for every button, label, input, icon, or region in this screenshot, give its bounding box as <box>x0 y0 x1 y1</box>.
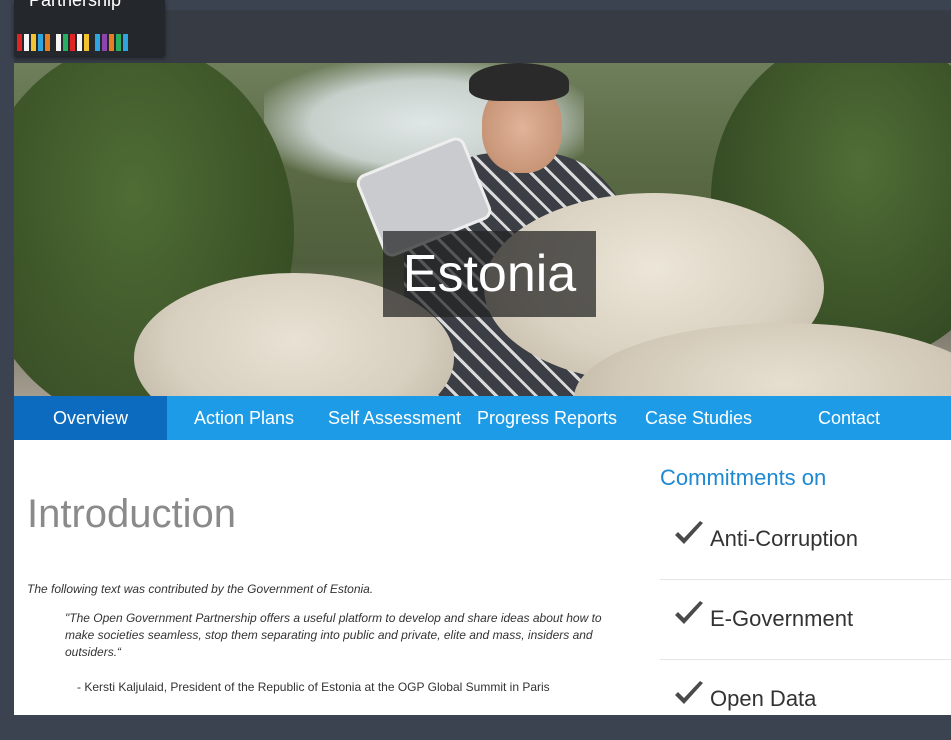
logo-stripe <box>102 34 107 51</box>
logo-stripe <box>95 34 100 51</box>
nav-tab-overview[interactable]: Overview <box>14 396 167 440</box>
logo-stripe <box>24 34 29 51</box>
logo-stripe <box>17 34 22 51</box>
quote-text: "The Open Government Partnership offers … <box>65 610 621 661</box>
nav-tab-contact[interactable]: Contact <box>818 396 880 440</box>
quote-body: "The Open Government Partnership offers … <box>65 611 602 659</box>
checkmark-icon <box>675 601 703 624</box>
nav-tab-case-studies[interactable]: Case Studies <box>645 396 818 440</box>
quote-attribution: - Kersti Kaljulaid, President of the Rep… <box>77 680 550 694</box>
logo-stripe <box>77 34 82 51</box>
site-logo[interactable]: Partnership <box>14 0 165 56</box>
commitment-item-anti-corruption[interactable]: Anti-Corruption <box>660 500 951 580</box>
logo-stripe <box>84 34 89 51</box>
logo-stripe <box>70 34 75 51</box>
logo-stripe <box>63 34 68 51</box>
logo-text: Partnership <box>29 0 122 10</box>
commitments-heading: Commitments on <box>660 465 827 490</box>
logo-stripe <box>45 34 50 51</box>
commitment-item-open-data[interactable]: Open Data <box>660 660 951 740</box>
logo-stripe <box>123 34 128 51</box>
checkmark-icon <box>675 681 703 704</box>
hero-banner: Estonia <box>14 63 951 396</box>
section-title: Introduction <box>27 492 237 536</box>
logo-stripes <box>17 34 130 51</box>
commitments-list: Anti-Corruption E-Government Open Data <box>660 500 951 740</box>
nav-tab-self-assessment[interactable]: Self Assessment <box>328 396 477 440</box>
logo-stripe <box>56 34 61 51</box>
contribution-note: The following text was contributed by th… <box>27 582 374 596</box>
logo-stripe <box>31 34 36 51</box>
logo-stripe <box>38 34 43 51</box>
main-content: Introduction The following text was cont… <box>14 440 951 715</box>
logo-stripe <box>116 34 121 51</box>
checkmark-icon <box>675 521 703 544</box>
hero-person-cap <box>469 63 569 101</box>
country-nav: Overview Action Plans Self Assessment Pr… <box>14 396 951 440</box>
commitment-label: Open Data <box>710 686 817 711</box>
nav-tab-progress-reports[interactable]: Progress Reports <box>477 396 645 440</box>
commitment-label: Anti-Corruption <box>710 526 858 551</box>
commitment-item-e-government[interactable]: E-Government <box>660 580 951 660</box>
nav-tab-action-plans[interactable]: Action Plans <box>167 396 328 440</box>
logo-stripe <box>109 34 114 51</box>
country-title: Estonia <box>383 231 596 317</box>
commitment-label: E-Government <box>710 606 854 631</box>
